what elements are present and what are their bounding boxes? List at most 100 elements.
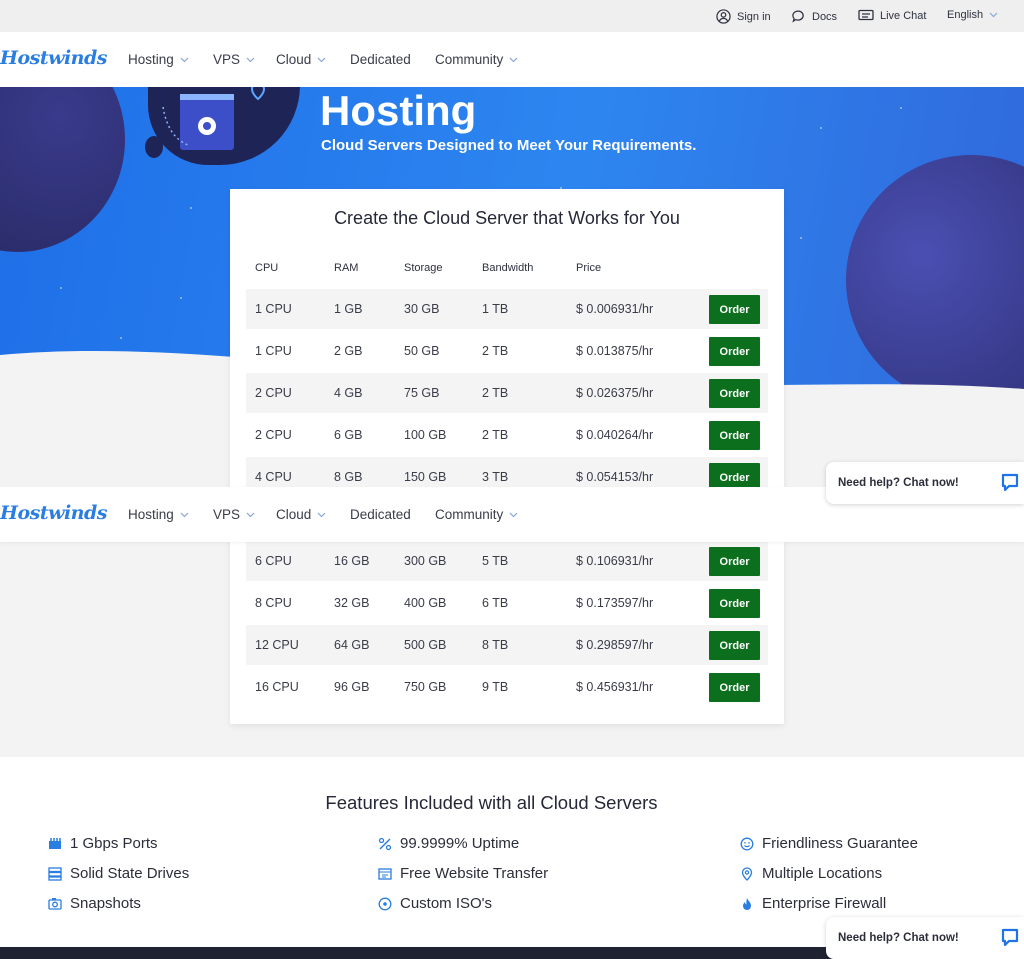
chevron-down-icon <box>509 57 518 63</box>
ram-cell: 6 GB <box>334 428 363 442</box>
hostwinds-logo[interactable]: Hostwinds <box>0 502 107 524</box>
chevron-down-icon <box>246 57 255 63</box>
table-row: 1 CPU 1 GB 30 GB 1 TB $ 0.006931/hr Orde… <box>246 289 768 329</box>
col-header-storage: Storage <box>404 262 443 274</box>
chat-label: Need help? Chat now! <box>838 477 959 489</box>
storage-cell: 100 GB <box>404 428 447 442</box>
language-label: English <box>947 9 984 21</box>
location-pin-icon <box>741 866 753 881</box>
storage-cell: 75 GB <box>404 386 440 400</box>
order-button[interactable]: Order <box>709 631 760 660</box>
col-header-price: Price <box>576 262 602 274</box>
feature-label: Free Website Transfer <box>400 865 549 882</box>
main-nav: Hostwinds Hosting VPS Cloud Dedicated Co… <box>0 32 1024 87</box>
order-button[interactable]: Order <box>709 295 760 324</box>
feature-label: Friendliness Guarantee <box>762 835 918 852</box>
language-selector[interactable]: English <box>947 9 1004 21</box>
nav-item-community[interactable]: Community <box>435 52 518 67</box>
storage-cell: 150 GB <box>404 470 447 484</box>
ram-cell: 32 GB <box>334 596 370 610</box>
chat-widget[interactable]: Need help? Chat now! <box>826 462 1024 504</box>
bandwidth-cell: 2 TB <box>482 428 509 442</box>
price-cell: $ 0.006931/hr <box>576 302 654 316</box>
price-cell: $ 0.456931/hr <box>576 680 654 694</box>
feature-label: Custom ISO's <box>400 895 493 912</box>
nav-item-cloud[interactable]: Cloud <box>276 507 326 522</box>
chevron-down-icon <box>509 512 518 518</box>
cpu-cell: 12 CPU <box>255 638 299 652</box>
hero-subtitle: Cloud Servers Designed to Meet Your Requ… <box>321 137 697 154</box>
user-circle-icon <box>716 9 731 24</box>
cpu-cell: 2 CPU <box>255 386 292 400</box>
order-button[interactable]: Order <box>709 337 760 366</box>
feature-label: Enterprise Firewall <box>762 895 887 912</box>
storage-cell: 400 GB <box>404 596 447 610</box>
feature-item: Free Website Transfer <box>378 865 548 882</box>
price-cell: $ 0.054153/hr <box>576 470 654 484</box>
table-row: 8 CPU 32 GB 400 GB 6 TB $ 0.173597/hr Or… <box>246 583 768 623</box>
price-cell: $ 0.106931/hr <box>576 554 654 568</box>
cpu-cell: 1 CPU <box>255 344 292 358</box>
feature-label: Snapshots <box>70 895 141 912</box>
cpu-cell: 6 CPU <box>255 554 292 568</box>
nav-item-hosting[interactable]: Hosting <box>128 52 189 67</box>
table-row: 16 CPU 96 GB 750 GB 9 TB $ 0.456931/hr O… <box>246 667 768 707</box>
cpu-cell: 1 CPU <box>255 302 292 316</box>
chat-widget[interactable]: Need help? Chat now! <box>826 917 1024 959</box>
nav-item-dedicated[interactable]: Dedicated <box>350 52 411 67</box>
price-cell: $ 0.026375/hr <box>576 386 654 400</box>
pricing-card: Create the Cloud Server that Works for Y… <box>230 189 784 724</box>
docs-chat-bubble-icon <box>792 10 804 23</box>
chevron-down-icon <box>989 9 1004 21</box>
nav-label: VPS <box>213 52 241 67</box>
ram-cell: 8 GB <box>334 470 363 484</box>
nav-label: Dedicated <box>350 507 411 522</box>
hostwinds-logo[interactable]: Hostwinds <box>0 47 107 69</box>
order-button[interactable]: Order <box>709 547 760 576</box>
order-button[interactable]: Order <box>709 589 760 618</box>
nav-item-dedicated[interactable]: Dedicated <box>350 507 411 522</box>
live-chat-link[interactable]: Live Chat <box>858 9 926 23</box>
feature-label: Solid State Drives <box>70 865 190 882</box>
nav-label: Community <box>435 52 504 67</box>
nav-item-vps[interactable]: VPS <box>213 507 255 522</box>
feature-label: 1 Gbps Ports <box>70 835 158 852</box>
price-cell: $ 0.013875/hr <box>576 344 654 358</box>
cpu-cell: 4 CPU <box>255 470 292 484</box>
nav-item-hosting[interactable]: Hosting <box>128 507 189 522</box>
chevron-down-icon <box>317 57 326 63</box>
table-row: 2 CPU 6 GB 100 GB 2 TB $ 0.040264/hr Ord… <box>246 415 768 455</box>
order-button[interactable]: Order <box>709 673 760 702</box>
order-button[interactable]: Order <box>709 421 760 450</box>
ram-cell: 96 GB <box>334 680 370 694</box>
feature-item: 1 Gbps Ports <box>48 835 158 852</box>
sign-in-link[interactable]: Sign in <box>716 9 771 24</box>
docs-link[interactable]: Docs <box>791 9 837 24</box>
server-drive-icon <box>48 866 62 881</box>
nav-item-community[interactable]: Community <box>435 507 518 522</box>
storage-cell: 500 GB <box>404 638 447 652</box>
chevron-down-icon <box>180 512 189 518</box>
nav-label: Dedicated <box>350 52 411 67</box>
bandwidth-cell: 2 TB <box>482 386 509 400</box>
chevron-down-icon <box>246 512 255 518</box>
feature-item: Multiple Locations <box>740 865 882 882</box>
percent-icon <box>378 837 392 850</box>
order-button[interactable]: Order <box>709 379 760 408</box>
nav-label: Community <box>435 507 504 522</box>
feature-item: Solid State Drives <box>48 865 189 882</box>
ram-cell: 64 GB <box>334 638 370 652</box>
cpu-cell: 16 CPU <box>255 680 299 694</box>
col-header-ram: RAM <box>334 262 359 274</box>
table-row: 2 CPU 4 GB 75 GB 2 TB $ 0.026375/hr Orde… <box>246 373 768 413</box>
ram-cell: 2 GB <box>334 344 363 358</box>
feature-item: 99.9999% Uptime <box>378 835 519 852</box>
nav-item-vps[interactable]: VPS <box>213 52 255 67</box>
bandwidth-cell: 5 TB <box>482 554 509 568</box>
chat-label: Need help? Chat now! <box>838 932 959 944</box>
cpu-cell: 8 CPU <box>255 596 292 610</box>
bandwidth-cell: 6 TB <box>482 596 509 610</box>
nav-item-cloud[interactable]: Cloud <box>276 52 326 67</box>
nav-label: Hosting <box>128 507 174 522</box>
smiley-icon <box>740 837 754 850</box>
